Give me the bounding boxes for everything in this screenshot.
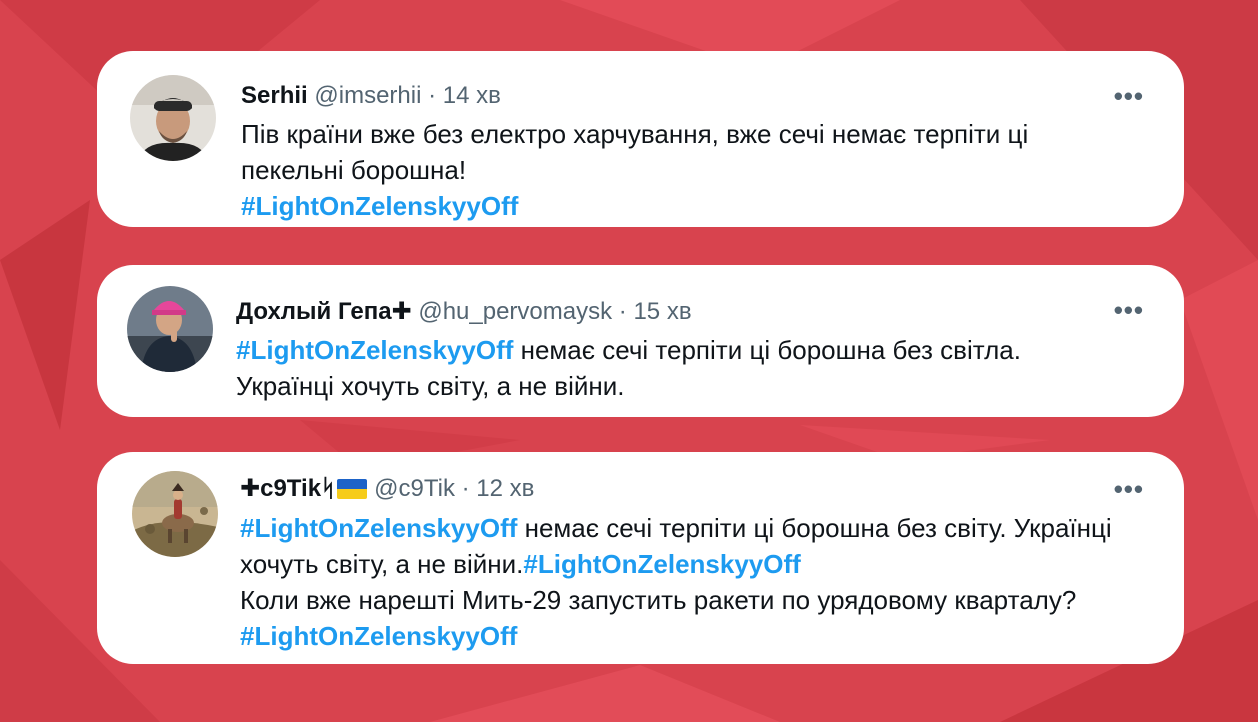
- avatar-painting-icon: [132, 471, 218, 557]
- tweet-time[interactable]: 12 хв: [476, 475, 534, 502]
- tweet-time[interactable]: 15 хв: [633, 298, 691, 325]
- avatar-man-pink-cap-icon: [127, 286, 213, 372]
- separator: ·: [461, 475, 470, 502]
- hashtag-link[interactable]: #LightOnZelenskyyOff: [240, 513, 517, 543]
- cross-icon: ✚: [240, 475, 261, 502]
- avatar[interactable]: [130, 75, 216, 161]
- author-name[interactable]: c9Tik: [260, 475, 321, 502]
- author-handle[interactable]: @imserhii: [314, 82, 421, 109]
- avatar[interactable]: [132, 471, 218, 557]
- tweet-text: Пів країни вже без електро харчування, в…: [241, 116, 1028, 224]
- avatar[interactable]: [127, 286, 213, 372]
- rune-icon: ᛋ: [321, 475, 336, 502]
- tweet-text-line: Пів країни вже без електро харчування, в…: [241, 119, 1029, 149]
- tweet-text-segment: немає сечі терпіти ці борошна без світла…: [513, 335, 1021, 365]
- more-options-icon[interactable]: •••: [1114, 295, 1144, 325]
- tweet-text-line: Коли вже нарешті Мить-29 запустить ракет…: [240, 585, 1077, 615]
- tweet-text: #LightOnZelenskyyOff немає сечі терпіти …: [240, 510, 1112, 654]
- tweet-text-segment: немає сечі терпіти ці борошна без світу.…: [517, 513, 1112, 543]
- separator: ·: [428, 82, 437, 109]
- author-name[interactable]: Дохлый Гепа: [236, 298, 392, 325]
- hashtag-link[interactable]: #LightOnZelenskyyOff: [236, 335, 513, 365]
- hashtag-link[interactable]: #LightOnZelenskyyOff: [241, 191, 518, 221]
- tweet-text-line: пекельні борошна!: [241, 155, 467, 185]
- tweet-header: Дохлый Гепа✚ @hu_pervomaysk · 15 хв: [236, 297, 692, 327]
- tweet-card-1[interactable]: Serhii @imserhii · 14 хв ••• Пів країни …: [97, 51, 1184, 227]
- more-options-icon[interactable]: •••: [1114, 474, 1144, 504]
- hashtag-link[interactable]: #LightOnZelenskyyOff: [240, 621, 517, 651]
- tweet-time[interactable]: 14 хв: [443, 82, 501, 109]
- tweet-header: Serhii @imserhii · 14 хв: [241, 81, 501, 111]
- avatar-man-cap-icon: [130, 75, 216, 161]
- tweet-header: ✚c9Tikᛋ @c9Tik · 12 хв: [240, 474, 534, 504]
- hashtag-link[interactable]: #LightOnZelenskyyOff: [523, 549, 800, 579]
- tweet-text: #LightOnZelenskyyOff немає сечі терпіти …: [236, 332, 1021, 404]
- tweet-text-segment: хочуть світу, а не війни.: [240, 549, 524, 579]
- tweet-text-line: Українці хочуть світу, а не війни.: [236, 371, 625, 401]
- tweet-card-2[interactable]: Дохлый Гепа✚ @hu_pervomaysk · 15 хв ••• …: [97, 265, 1184, 417]
- tweet-card-3[interactable]: ✚c9Tikᛋ @c9Tik · 12 хв ••• #LightOnZelen…: [97, 452, 1184, 664]
- author-name[interactable]: Serhii: [241, 82, 308, 109]
- ukraine-flag-icon: [337, 479, 368, 499]
- cross-icon: ✚: [391, 298, 412, 325]
- author-handle[interactable]: @c9Tik: [374, 475, 455, 502]
- author-handle[interactable]: @hu_pervomaysk: [418, 298, 612, 325]
- more-options-icon[interactable]: •••: [1114, 81, 1144, 111]
- separator: ·: [618, 298, 627, 325]
